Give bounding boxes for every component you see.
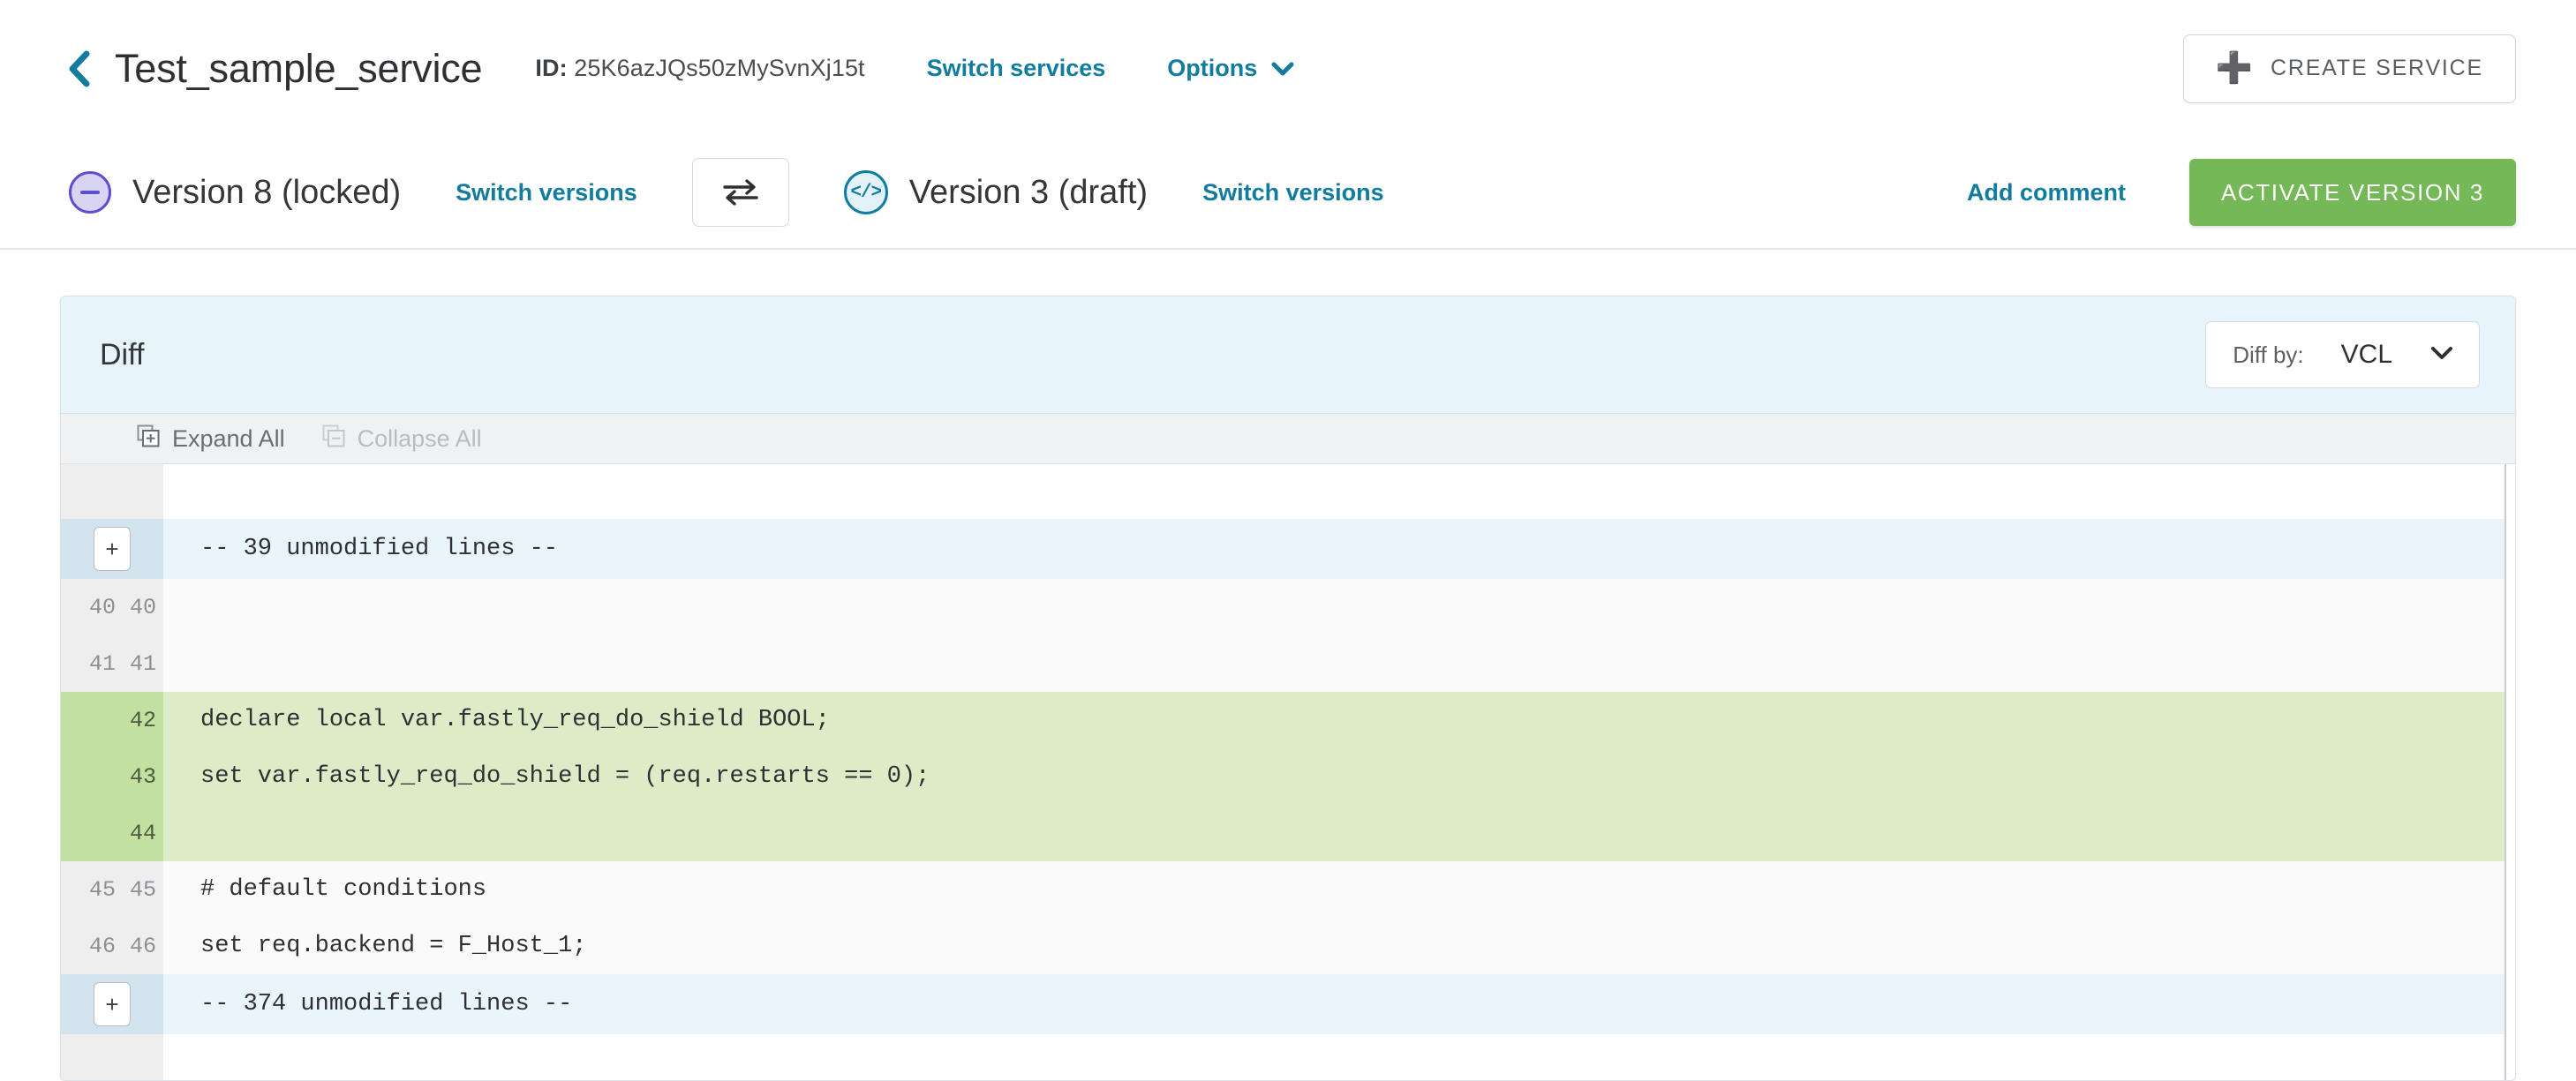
code-draft-icon: </>: [843, 170, 888, 214]
switch-versions-right-link[interactable]: Switch versions: [1202, 179, 1384, 206]
diff-row-gutter: 44: [61, 805, 163, 861]
line-number-new: 41: [129, 650, 156, 677]
line-number-old: 46: [88, 933, 116, 959]
add-comment-link[interactable]: Add comment: [1967, 179, 2126, 206]
diff-toolbar: Expand All Collapse All: [61, 413, 2515, 464]
expand-hunk-button[interactable]: +: [94, 982, 131, 1026]
create-service-label: CREATE SERVICE: [2271, 56, 2483, 80]
chevron-down-icon: [2429, 345, 2454, 365]
page-title: Test_sample_service: [115, 45, 483, 91]
collapse-all-button[interactable]: Collapse All: [322, 424, 482, 454]
stacked-squares-plus-icon: [137, 424, 160, 454]
diff-row: + -- 374 unmodified lines --: [61, 974, 2504, 1034]
diff-row-gutter: +: [61, 519, 163, 579]
diff-row: [61, 464, 2504, 519]
service-id-label: ID:: [535, 55, 568, 81]
diff-line-content: [163, 635, 2504, 692]
diff-row: 43 set var.fastly_req_do_shield = (req.re…: [61, 748, 2504, 805]
diff-line-content: # default conditions: [163, 861, 2504, 918]
diff-row: 42 declare local var.fastly_req_do_shield…: [61, 692, 2504, 748]
service-header: Test_sample_service ID: 25K6azJQs50zMySv…: [0, 0, 2576, 137]
diff-line-content: set var.fastly_req_do_shield = (req.rest…: [163, 748, 2504, 805]
diff-row-gutter: [61, 464, 163, 519]
swap-arrows-icon: [723, 179, 758, 206]
expand-all-label: Expand All: [172, 424, 285, 452]
diff-card: Diff Diff by: VCL Expand All Collapse Al…: [60, 296, 2516, 1081]
diff-row-gutter: 41 41: [61, 635, 163, 692]
diff-by-value: VCL: [2340, 340, 2392, 369]
diff-row: 41 41: [61, 635, 2504, 692]
diff-row-gutter: +: [61, 974, 163, 1034]
expand-hunk-button[interactable]: +: [94, 527, 131, 571]
diff-by-select[interactable]: Diff by: VCL: [2205, 321, 2480, 388]
line-number-new: 40: [129, 594, 156, 620]
diff-row: [61, 1034, 2504, 1080]
swap-versions-button[interactable]: [691, 158, 789, 227]
diff-body: + -- 39 unmodified lines -- 40 40 41 41 42 decl…: [61, 464, 2506, 1080]
line-number-old: 45: [88, 876, 116, 903]
create-service-button[interactable]: ➕ CREATE SERVICE: [2182, 34, 2516, 103]
diff-row: 45 45 # default conditions: [61, 861, 2504, 918]
diff-row: 44: [61, 805, 2504, 861]
diff-row: + -- 39 unmodified lines --: [61, 519, 2504, 579]
plus-icon: ➕: [2215, 50, 2255, 85]
diff-line-content: [163, 1034, 2504, 1080]
locked-minus-bar: [80, 191, 100, 194]
version-bar: Version 8 (locked) Switch versions </> V…: [0, 137, 2576, 250]
version-right-label: Version 3 (draft): [908, 173, 1149, 211]
diff-line-content: [163, 464, 2504, 519]
version-right: </> Version 3 (draft): [843, 170, 1149, 214]
options-menu[interactable]: Options: [1167, 55, 1294, 82]
back-chevron-icon[interactable]: [64, 49, 95, 88]
diff-row-gutter: 46 46: [61, 918, 163, 974]
diff-line-content: [163, 579, 2504, 635]
diff-row-gutter: 43: [61, 748, 163, 805]
service-id-value: 25K6azJQs50zMySvnXj15t: [574, 55, 865, 81]
switch-services-link[interactable]: Switch services: [927, 55, 1106, 82]
service-id: ID: 25K6azJQs50zMySvnXj15t: [535, 55, 864, 82]
diff-card-header: Diff Diff by: VCL: [61, 297, 2515, 413]
version-left: Version 8 (locked): [69, 171, 401, 214]
chevron-down-icon: [1271, 55, 1294, 82]
line-number-new: 42: [129, 707, 156, 733]
collapse-all-label: Collapse All: [357, 424, 482, 452]
diff-row: 40 40: [61, 579, 2504, 635]
line-number-new: 44: [129, 820, 156, 846]
expand-all-button[interactable]: Expand All: [137, 424, 285, 454]
diff-by-label: Diff by:: [2233, 341, 2304, 368]
line-number-new: 46: [129, 933, 156, 959]
line-number-old: 41: [88, 650, 116, 677]
diff-row: 46 46 set req.backend = F_Host_1;: [61, 918, 2504, 974]
line-number-new: 43: [129, 763, 156, 790]
diff-section: Diff Diff by: VCL Expand All Collapse Al…: [0, 250, 2576, 1081]
stacked-squares-minus-icon: [322, 424, 345, 454]
diff-row-gutter: 45 45: [61, 861, 163, 918]
diff-row-gutter: 42: [61, 692, 163, 748]
diff-line-content: [163, 805, 2504, 861]
diff-row-gutter: 40 40: [61, 579, 163, 635]
switch-versions-left-link[interactable]: Switch versions: [456, 179, 637, 206]
line-number-new: 45: [129, 876, 156, 903]
diff-row-gutter: [61, 1034, 163, 1080]
diff-line-content: declare local var.fastly_req_do_shield B…: [163, 692, 2504, 748]
diff-title: Diff: [100, 337, 145, 372]
version-left-label: Version 8 (locked): [132, 173, 402, 211]
diff-line-content: -- 374 unmodified lines --: [163, 974, 2504, 1034]
diff-line-content: set req.backend = F_Host_1;: [163, 918, 2504, 974]
activate-version-button[interactable]: ACTIVATE VERSION 3: [2188, 159, 2516, 226]
diff-line-content: -- 39 unmodified lines --: [163, 519, 2504, 579]
line-number-old: 40: [88, 594, 116, 620]
locked-circle-minus-icon: [69, 171, 111, 214]
options-label: Options: [1167, 55, 1258, 81]
